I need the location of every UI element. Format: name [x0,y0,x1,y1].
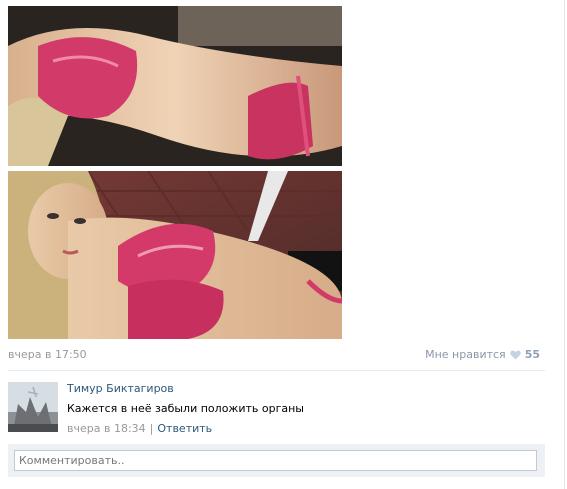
photo-1-image [8,6,342,166]
post-time[interactable]: вчера в 17:50 [8,348,87,361]
post-photo-1[interactable] [8,6,342,166]
heart-icon [509,350,521,360]
avatar-image [8,382,58,432]
comment-time[interactable]: вчера в 18:34 [67,422,146,435]
like-count: 55 [524,348,540,361]
column-divider [564,0,565,489]
wall-post: вчера в 17:50 Мне нравится 55 Тимур Бикт… [0,0,567,489]
like-label: Мне нравится [425,348,506,361]
comment-meta: вчера в 18:34 | Ответить [67,422,212,435]
reply-link[interactable]: Ответить [157,422,212,435]
comment-text: Кажется в неё забыли положить органы [67,402,304,415]
comment-author[interactable]: Тимур Биктагиров [67,382,174,395]
comment-input[interactable] [14,450,537,471]
divider [8,370,545,371]
avatar[interactable] [8,382,58,432]
like-button[interactable]: Мне нравится 55 [425,348,540,361]
photo-2-image [8,171,342,339]
meta-separator: | [149,422,154,435]
post-photo-2[interactable] [8,171,342,339]
comment: Тимур Биктагиров Кажется в неё забыли по… [8,382,545,435]
comment-form [8,444,545,477]
post-meta: вчера в 17:50 Мне нравится 55 [8,348,540,362]
